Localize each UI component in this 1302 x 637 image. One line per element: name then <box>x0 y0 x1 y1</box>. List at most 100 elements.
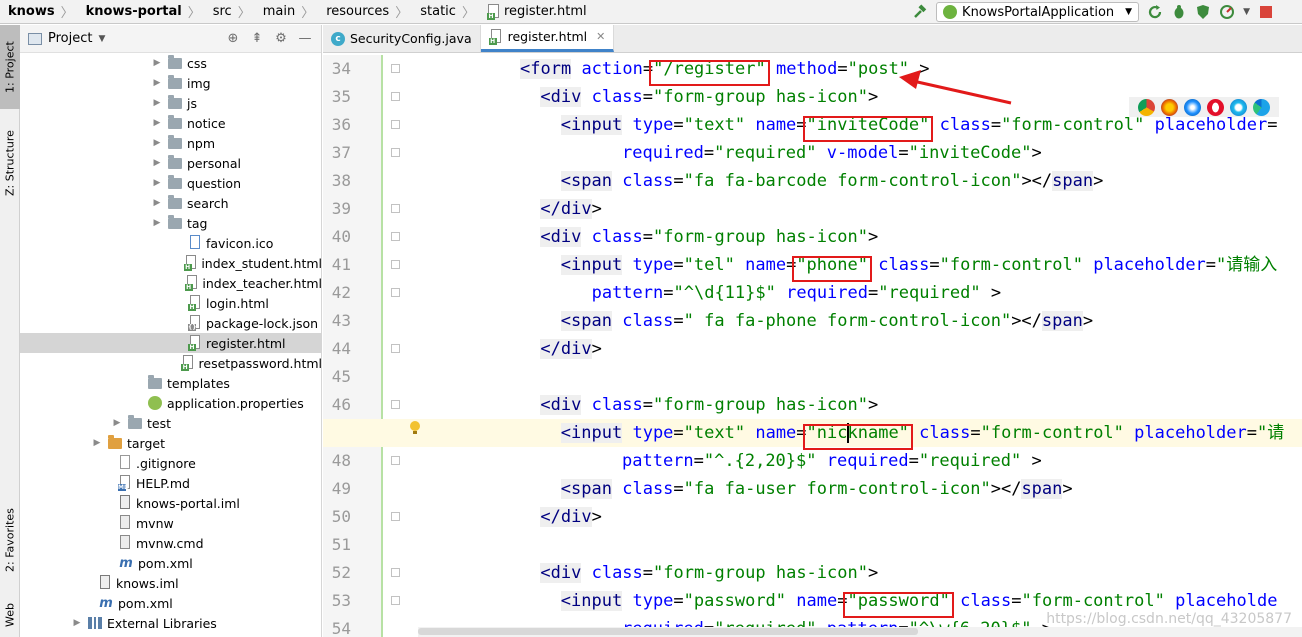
breadcrumb-item[interactable]: knows 〉 <box>0 0 78 24</box>
tab-structure-tool[interactable]: Z: Structure <box>0 117 20 209</box>
tree-item[interactable]: MD HELP.md <box>20 473 322 493</box>
code-line[interactable]: pattern="^\d{11}$" required="required" > <box>592 279 1002 307</box>
code-line[interactable]: </div> <box>540 503 602 531</box>
tree-item[interactable]: Hindex_teacher.html <box>20 273 322 293</box>
fold-marker-icon[interactable] <box>391 232 400 241</box>
fold-marker-icon[interactable] <box>391 148 400 157</box>
code-line[interactable]: </div> <box>540 195 602 223</box>
tree-item[interactable]: application.properties <box>20 393 322 413</box>
tab-project-tool[interactable]: 1: Project <box>0 25 20 109</box>
tree-item[interactable]: ▶ js <box>20 93 322 113</box>
tree-item[interactable]: templates <box>20 373 322 393</box>
internet-explorer-icon[interactable] <box>1230 98 1247 116</box>
tree-item[interactable]: ▶ npm <box>20 133 322 153</box>
gear-icon[interactable]: ⚙ <box>273 31 289 47</box>
build-hammer-icon[interactable] <box>912 4 928 20</box>
edge-icon[interactable] <box>1253 98 1270 116</box>
expand-arrow-icon[interactable]: ▶ <box>92 438 102 448</box>
fold-marker-icon[interactable] <box>391 288 400 297</box>
tree-item[interactable]: ▶ search <box>20 193 322 213</box>
tab-favorites-tool[interactable]: 2: Favorites <box>0 495 20 585</box>
code-line[interactable]: pattern="^.{2,20}$" required="required" … <box>622 447 1042 475</box>
tree-item[interactable]: .gitignore <box>20 453 322 473</box>
expand-arrow-icon[interactable]: ▶ <box>152 218 162 228</box>
debug-bug-icon[interactable] <box>1171 4 1187 20</box>
fold-marker-icon[interactable] <box>391 400 400 409</box>
expand-arrow-icon[interactable]: ▶ <box>152 118 162 128</box>
fold-marker-icon[interactable] <box>391 204 400 213</box>
chrome-icon[interactable] <box>1138 98 1155 116</box>
tree-item[interactable]: ▶ css <box>20 53 322 73</box>
code-line[interactable]: required="required" v-model="inviteCode"… <box>622 139 1042 167</box>
tab-web-tool[interactable]: Web <box>0 595 20 635</box>
run-configuration-select[interactable]: KnowsPortalApplication ▼ <box>936 2 1140 22</box>
code-line[interactable]: <input type="tel" name="phone" class="fo… <box>560 251 1277 279</box>
code-line[interactable]: <span class="fa fa-barcode form-control-… <box>560 167 1103 195</box>
coverage-shield-icon[interactable] <box>1195 4 1211 20</box>
code-line[interactable]: <input type="text" name="nickname" class… <box>560 419 1284 447</box>
fold-marker-icon[interactable] <box>391 64 400 73</box>
tree-item[interactable]: mvnw.cmd <box>20 533 322 553</box>
tab-register-html[interactable]: H register.html ✕ <box>480 25 615 52</box>
tree-item[interactable]: {} package-lock.json <box>20 313 322 333</box>
tab-securityconfig-java[interactable]: c SecurityConfig.java <box>323 25 481 52</box>
fold-marker-icon[interactable] <box>391 568 400 577</box>
project-panel-title[interactable]: Project <box>48 31 92 46</box>
expand-arrow-icon[interactable]: ▶ <box>152 78 162 88</box>
expand-arrow-icon[interactable]: ▶ <box>152 178 162 188</box>
tree-item[interactable]: knows-portal.iml <box>20 493 322 513</box>
code-line[interactable]: <span class=" fa fa-phone form-control-i… <box>560 307 1093 335</box>
collapse-all-icon[interactable]: ⇞ <box>249 31 265 47</box>
profiler-icon[interactable] <box>1219 4 1235 20</box>
tree-item[interactable]: favicon.ico <box>20 233 322 253</box>
safari-icon[interactable] <box>1184 98 1201 116</box>
expand-arrow-icon[interactable]: ▶ <box>152 158 162 168</box>
close-icon[interactable]: ✕ <box>596 30 605 43</box>
locate-target-icon[interactable]: ⊕ <box>225 31 241 47</box>
tree-item[interactable]: Hresetpassword.html <box>20 353 322 373</box>
tree-item[interactable]: ▶ img <box>20 73 322 93</box>
rerun-icon[interactable] <box>1147 4 1163 20</box>
hide-panel-icon[interactable]: — <box>297 31 313 47</box>
breadcrumb-item[interactable]: resources 〉 <box>318 0 412 24</box>
fold-marker-icon[interactable] <box>391 92 400 101</box>
code-line[interactable]: <div class="form-group has-icon"> <box>540 391 878 419</box>
tree-item[interactable]: ▶ notice <box>20 113 322 133</box>
tree-item[interactable]: ▶ personal <box>20 153 322 173</box>
tree-item[interactable]: Hindex_student.html <box>20 253 322 273</box>
expand-arrow-icon[interactable]: ▶ <box>112 418 122 428</box>
tree-item[interactable]: Hregister.html <box>20 333 322 353</box>
fold-marker-icon[interactable] <box>391 260 400 269</box>
breadcrumb-item[interactable]: knows-portal 〉 <box>78 0 205 24</box>
tree-item[interactable]: ▶ External Libraries <box>20 613 322 633</box>
tree-item[interactable]: ▶ target <box>20 433 322 453</box>
expand-arrow-icon[interactable]: ▶ <box>152 198 162 208</box>
tree-item[interactable]: m pom.xml <box>20 593 322 613</box>
expand-arrow-icon[interactable]: ▶ <box>152 138 162 148</box>
expand-arrow-icon[interactable]: ▶ <box>152 98 162 108</box>
code-line[interactable]: <span class="fa fa-user form-control-ico… <box>560 475 1073 503</box>
tree-item[interactable]: mvnw <box>20 513 322 533</box>
breadcrumb-item[interactable]: Hregister.html <box>479 0 591 24</box>
tree-item[interactable]: ▶ test <box>20 413 322 433</box>
tree-item[interactable]: ▶ tag <box>20 213 322 233</box>
chevron-down-icon[interactable]: ▼ <box>1243 7 1250 17</box>
fold-marker-icon[interactable] <box>391 512 400 521</box>
opera-icon[interactable] <box>1207 98 1224 116</box>
fold-marker-icon[interactable] <box>391 344 400 353</box>
lightbulb-icon[interactable] <box>409 420 421 436</box>
fold-marker-icon[interactable] <box>391 596 400 605</box>
tree-item[interactable]: Hlogin.html <box>20 293 322 313</box>
fold-marker-icon[interactable] <box>391 120 400 129</box>
code-line[interactable]: <div class="form-group has-icon"> <box>540 83 878 111</box>
expand-arrow-icon[interactable]: ▶ <box>72 618 82 628</box>
breadcrumb-item[interactable]: main 〉 <box>255 0 319 24</box>
firefox-icon[interactable] <box>1161 98 1178 116</box>
code-line[interactable]: <div class="form-group has-icon"> <box>540 559 878 587</box>
breadcrumb-item[interactable]: static 〉 <box>412 0 479 24</box>
horizontal-scrollbar[interactable] <box>418 627 1302 637</box>
code-line[interactable]: <div class="form-group has-icon"> <box>540 223 878 251</box>
code-line[interactable]: </div> <box>540 335 602 363</box>
tree-item[interactable]: m pom.xml <box>20 553 322 573</box>
breadcrumb-item[interactable]: src 〉 <box>205 0 255 24</box>
